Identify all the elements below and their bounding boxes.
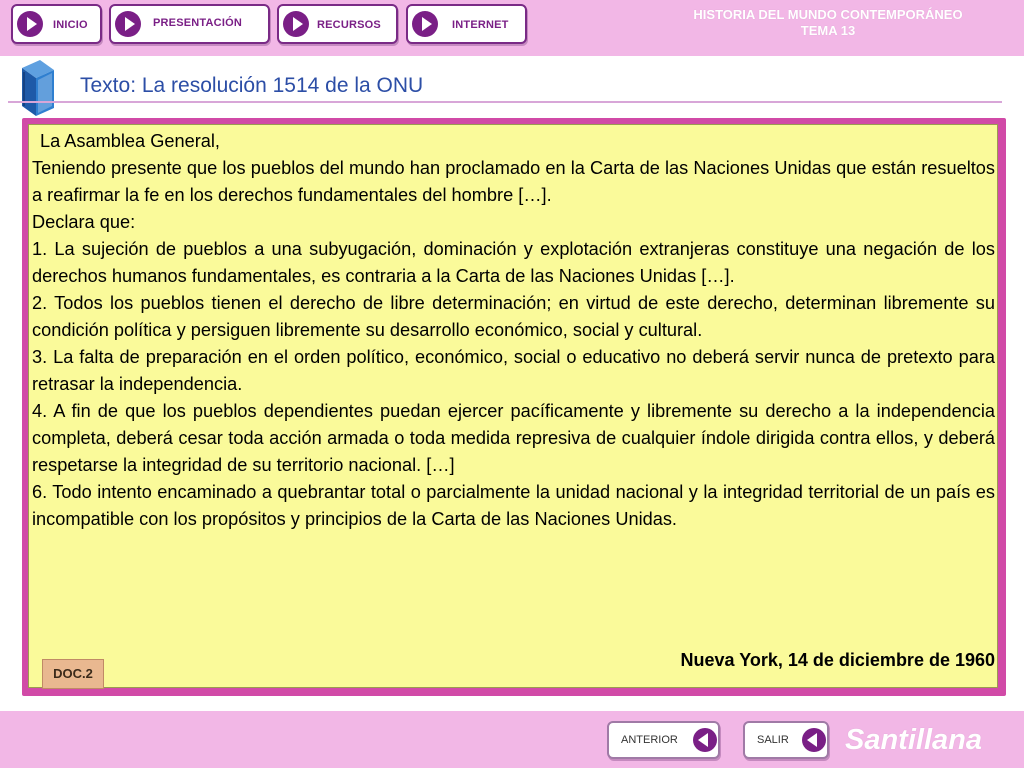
course-title: HISTORIA DEL MUNDO CONTEMPORÁNEO [693,7,963,22]
document-badge: DOC.2 [42,659,104,689]
nav-button-label: INICIO [53,19,88,31]
previous-button-label: ANTERIOR [621,734,678,746]
document-date: Nueva York, 14 de diciembre de 1960 [680,650,996,670]
document-paragraph: 3. La falta de preparación en el orden p… [32,347,995,394]
nav-button-internet[interactable]: INTERNET [406,4,527,44]
document-text: La Asamblea General, Teniendo presente q… [32,128,995,533]
document-paragraph: 1. La sujeción de pueblos a una subyugac… [32,239,995,286]
document-paragraph: 4. A fin de que los pueblos dependientes… [32,401,995,475]
back-arrow-icon [802,728,826,752]
exit-button-label: SALIR [757,734,789,746]
play-icon [283,11,309,37]
document-paragraph: 6. Todo intento encaminado a quebrantar … [32,482,995,529]
nav-button-label: PRESENTACIÓN [153,17,242,29]
page-title: Texto: La resolución 1514 de la ONU [80,74,424,97]
back-arrow-icon [693,728,717,752]
nav-button-recursos[interactable]: RECURSOS [277,4,398,44]
document-paragraph: Declara que: [32,212,136,232]
play-icon [412,11,438,37]
unit-title: TEMA 13 [800,23,856,38]
nav-button-label: INTERNET [452,19,509,31]
exit-button[interactable]: SALIR [743,721,829,759]
document-paragraph: La Asamblea General, [40,131,220,151]
document-paragraph: 2. Todos los pueblos tienen el derecho d… [32,293,995,340]
nav-button-label: RECURSOS [317,19,381,31]
course-header: HISTORIA DEL MUNDO CONTEMPORÁNEO TEMA 13 [648,7,1008,39]
play-icon [115,11,141,37]
publisher-logo: Santillana [845,724,982,756]
nav-button-presentacion[interactable]: PRESENTACIÓN [109,4,270,44]
play-icon [17,11,43,37]
slide: INICIO PRESENTACIÓN RECURSOS INTERNET HI… [0,0,1024,768]
document-paragraph: Teniendo presente que los pueblos del mu… [32,158,995,205]
previous-button[interactable]: ANTERIOR [607,721,720,759]
book-icon [22,60,54,116]
nav-button-inicio[interactable]: INICIO [11,4,102,44]
title-divider [8,101,1002,103]
